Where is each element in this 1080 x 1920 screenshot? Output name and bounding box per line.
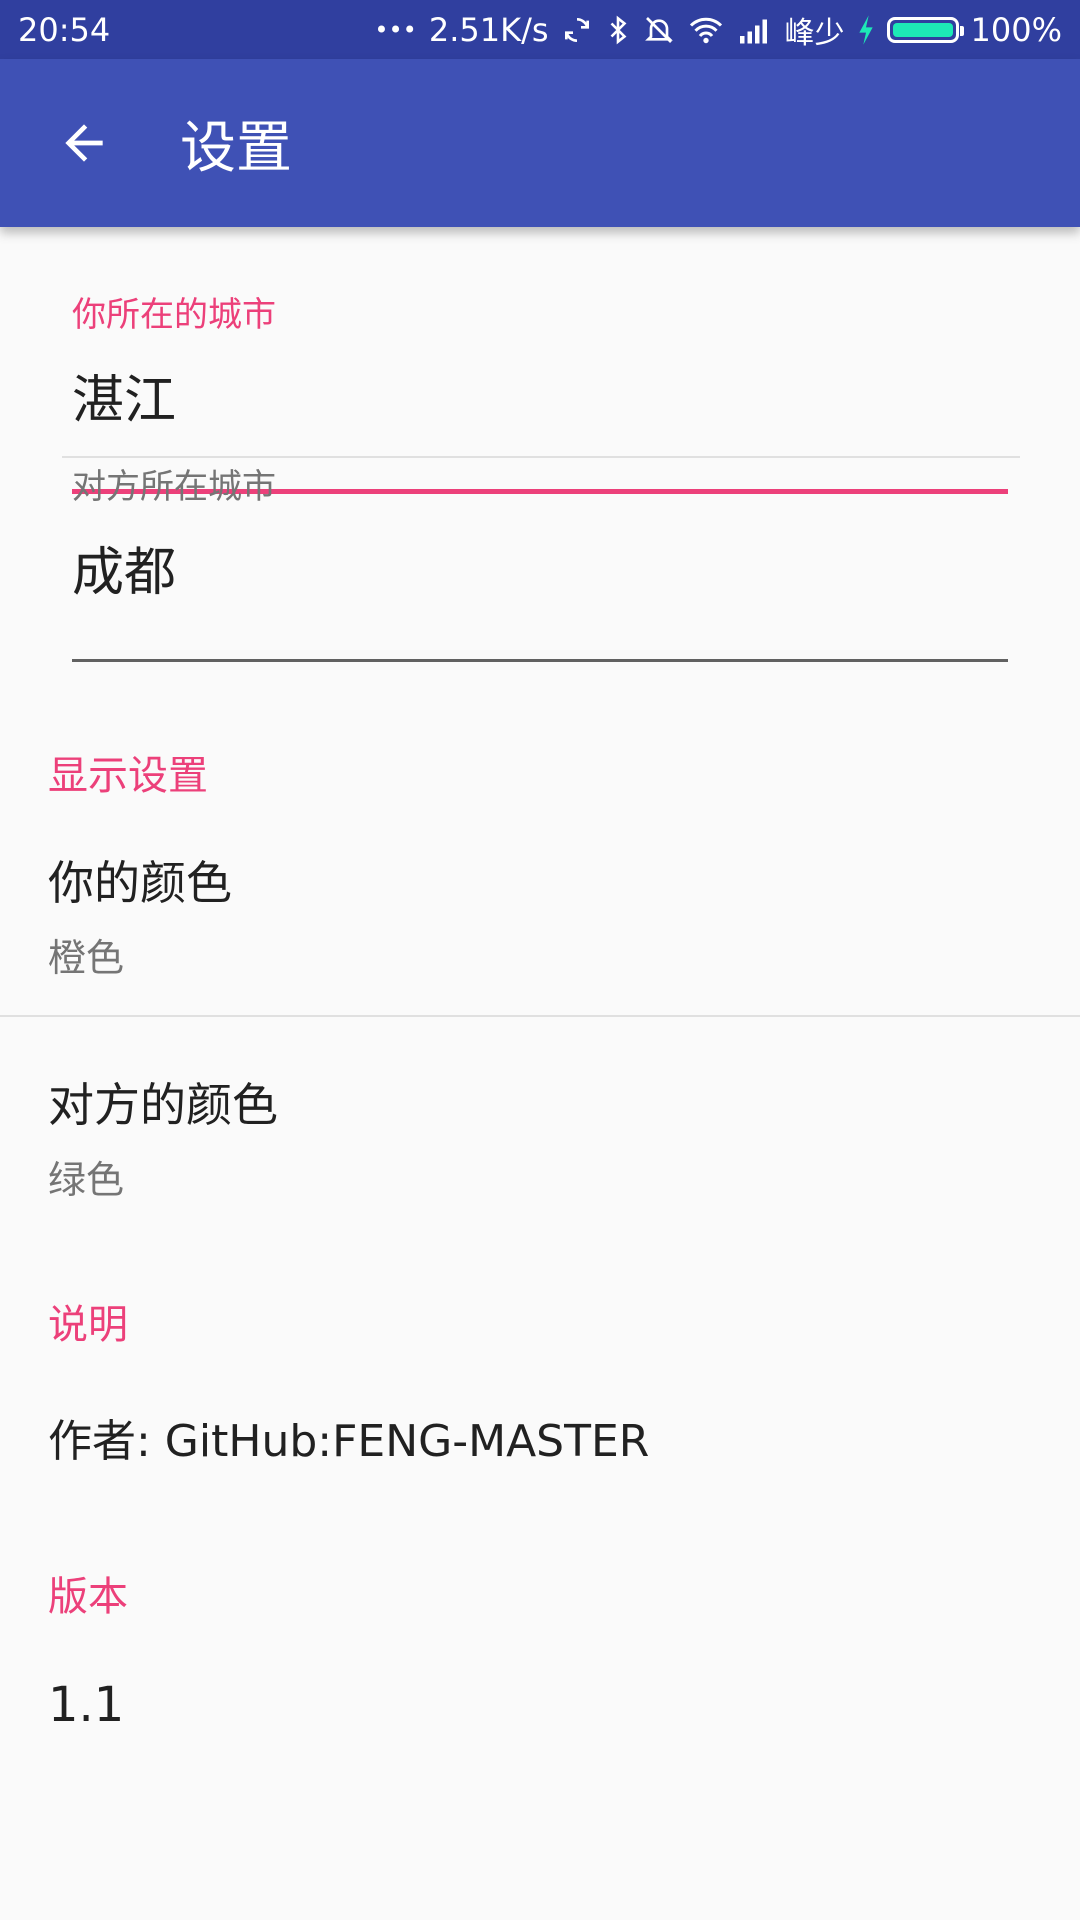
about-header: 说明	[48, 1302, 128, 1348]
version-header: 版本	[48, 1574, 128, 1620]
battery-level	[892, 22, 953, 37]
wifi-icon	[687, 15, 725, 45]
version-value: 1.1	[48, 1677, 125, 1733]
back-button[interactable]	[24, 83, 144, 203]
other-color-value: 绿色	[48, 1158, 125, 1202]
signal-icon	[737, 15, 773, 45]
carrier-name: 峰少	[784, 15, 845, 51]
divider	[62, 456, 1020, 458]
your-city-value: 湛江	[72, 371, 177, 431]
app-bar: 设置	[0, 59, 1080, 227]
battery-percent: 100%	[970, 10, 1062, 49]
page-title: 设置	[180, 115, 292, 181]
status-bar: 20:54 ••• 2.51K/s 峰少 100%	[0, 0, 1080, 59]
display-settings-header: 显示设置	[48, 753, 208, 799]
your-city-field[interactable]: 你所在的城市 湛江	[72, 287, 1008, 494]
more-dots: •••	[374, 15, 417, 44]
your-city-label: 你所在的城市	[72, 295, 276, 335]
network-speed: 2.51K/s	[428, 10, 549, 49]
other-city-underline	[72, 659, 1008, 662]
your-color-pref[interactable]: 你的颜色 橙色	[48, 847, 1032, 982]
mute-bell-icon	[643, 14, 675, 46]
other-city-field[interactable]: 对方所在城市 成都	[72, 459, 1008, 662]
other-city-label: 对方所在城市	[72, 467, 276, 507]
other-city-value: 成都	[72, 543, 177, 603]
status-icons: ••• 2.51K/s 峰少 100%	[374, 8, 1062, 52]
other-color-title: 对方的颜色	[48, 1078, 278, 1132]
charging-icon	[857, 14, 875, 46]
bluetooth-icon	[605, 14, 631, 46]
pref-divider	[0, 1015, 1080, 1017]
sync-icon	[561, 14, 593, 46]
status-time: 20:54	[18, 10, 111, 49]
your-color-title: 你的颜色	[48, 856, 232, 910]
arrow-back-icon	[65, 124, 103, 162]
battery-icon	[886, 16, 964, 43]
your-color-value: 橙色	[48, 936, 125, 980]
other-color-pref[interactable]: 对方的颜色 绿色	[48, 1069, 1032, 1204]
author-text[interactable]: 作者: GitHub:FENG-MASTER	[48, 1405, 649, 1469]
